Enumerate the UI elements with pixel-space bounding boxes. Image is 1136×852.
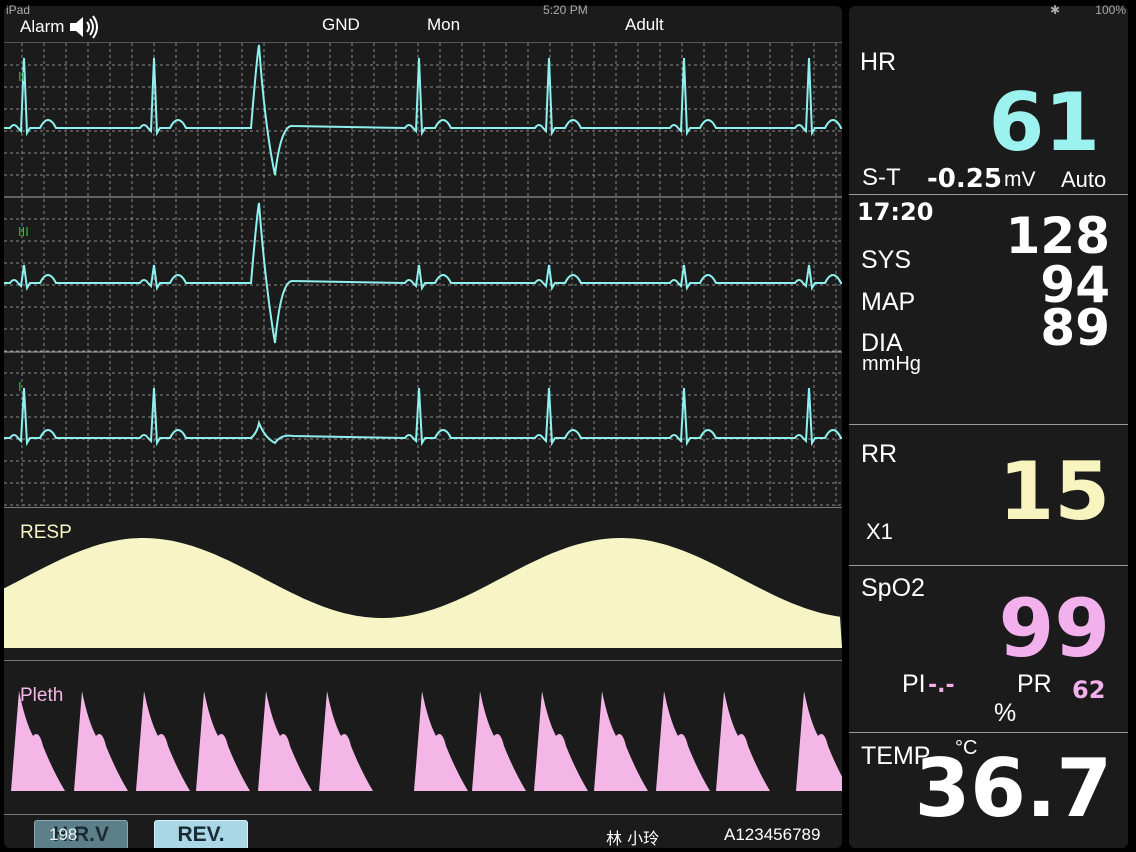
resp-waveform-area: RESP: [4, 507, 842, 660]
patient-type-indicator[interactable]: Adult: [625, 15, 664, 35]
monitor-header: Alarm GND Mon Adult: [4, 6, 842, 43]
patient-name: 林 小玲: [606, 829, 660, 848]
nibp-time: 17:20: [857, 198, 934, 226]
spo2-value: 99: [998, 582, 1110, 675]
temp-value: 36.7: [914, 742, 1112, 835]
review-button[interactable]: REV.: [154, 820, 248, 848]
spo2-block[interactable]: SpO2 99 PI -.- PR 62 %: [849, 566, 1128, 733]
st-value: -0.25: [927, 164, 1002, 194]
ground-indicator[interactable]: GND: [322, 15, 360, 35]
lead-label-1: II: [18, 69, 25, 84]
temp-block[interactable]: TEMP °C 36.7: [849, 733, 1128, 848]
st-mode: Auto: [1061, 167, 1107, 192]
review-button-label: REV.: [177, 823, 225, 846]
st-unit: mV: [1004, 168, 1036, 191]
speaker-icon: [70, 15, 99, 39]
dia-value: 89: [1040, 299, 1110, 357]
ecg-waveform-area: II III I: [4, 43, 842, 506]
map-label: MAP: [861, 288, 916, 316]
resp-trace: [4, 538, 842, 648]
monitor-footer: H.R.V 198 REV. 林 小玲 A123456789: [4, 814, 842, 848]
hr-block[interactable]: HR 61 S-T -0.25 mV Auto: [849, 6, 1128, 195]
ecg-trace-lead-2: [4, 202, 842, 344]
pleth-trace: [4, 691, 842, 791]
hrv-button[interactable]: H.R.V 198: [34, 820, 128, 848]
lead-label-2: III: [18, 224, 29, 239]
patient-id: A123456789: [724, 825, 821, 844]
hrv-value: 198: [49, 825, 78, 844]
pr-value: 62: [1072, 676, 1106, 704]
nibp-unit: mmHg: [862, 353, 921, 375]
waveform-panel: Alarm GND Mon Adult II III I RESP Pleth: [4, 6, 842, 848]
sys-label: SYS: [861, 246, 912, 274]
hr-value: 61: [988, 76, 1100, 169]
pr-label: PR: [1017, 670, 1052, 698]
ecg-trace-lead-1: [4, 44, 842, 176]
hr-label: HR: [860, 48, 897, 76]
st-label: S-T: [862, 164, 901, 191]
rr-label: RR: [861, 440, 898, 468]
pi-label: PI: [902, 670, 926, 698]
lead-label-3: I: [18, 379, 22, 394]
spo2-label: SpO2: [861, 574, 925, 602]
spo2-unit: %: [994, 699, 1017, 727]
sys-value: 128: [1005, 207, 1110, 265]
alarm-label: Alarm: [20, 17, 65, 36]
nibp-block[interactable]: 17:20 SYS 128 MAP 94 DIA 89 mmHg: [849, 195, 1128, 425]
rr-gain: X1: [866, 519, 893, 544]
rr-block[interactable]: RR 15 X1: [849, 425, 1128, 566]
mode-indicator[interactable]: Mon: [427, 15, 460, 35]
alarm-toggle[interactable]: Alarm: [20, 15, 102, 39]
vitals-panel: HR 61 S-T -0.25 mV Auto 17:20 SYS 128 MA…: [849, 6, 1128, 848]
pleth-waveform-area: Pleth: [4, 660, 842, 815]
pi-value: -.-: [928, 673, 955, 698]
ecg-trace-lead-3: [4, 387, 842, 447]
rr-value: 15: [998, 445, 1110, 538]
